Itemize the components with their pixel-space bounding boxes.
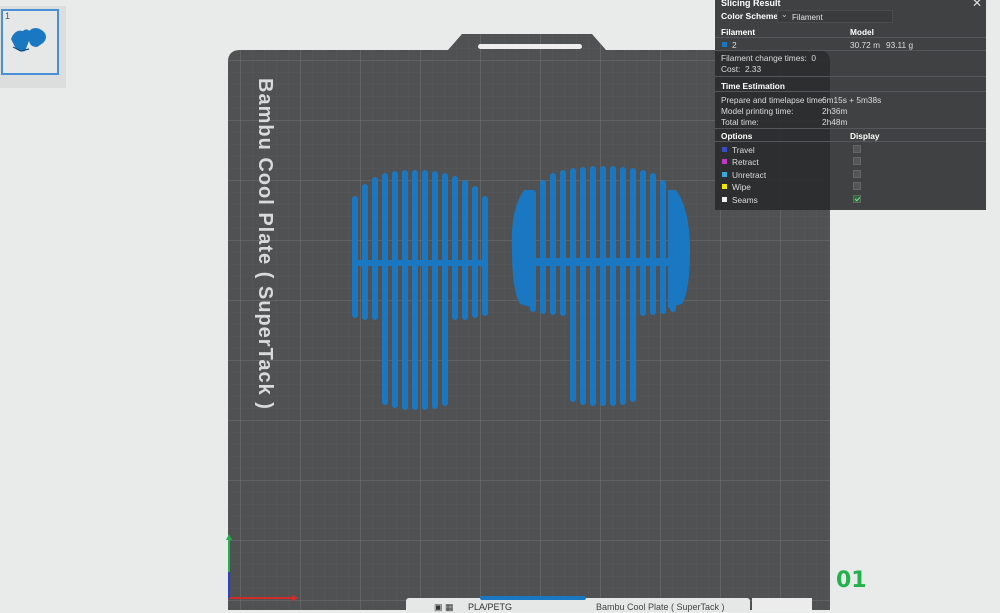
plate-settings-icon[interactable]: ▣ ▦: [434, 602, 454, 613]
seams-color-swatch: [722, 197, 727, 202]
plate-type-label: Bambu Cool Plate ( SuperTack ): [596, 602, 725, 612]
close-icon[interactable]: ✕: [972, 0, 982, 10]
travel-color-swatch: [722, 147, 727, 152]
slicing-result-panel: Slicing Result ✕ Color Scheme ⌄ Filament…: [715, 0, 986, 210]
model-header: Model: [850, 27, 874, 37]
option-travel: Travel: [722, 145, 755, 155]
prepare-time-value: 6m15s + 5m38s: [822, 95, 882, 105]
plate-name-label: Bambu Cool Plate ( SuperTack ): [254, 78, 276, 410]
time-estimation-title: Time Estimation: [721, 81, 785, 91]
plate-number: 01: [836, 568, 867, 593]
filament-color-swatch: [722, 42, 727, 47]
filament-change-row: Filament change times: 0: [721, 53, 817, 63]
color-scheme-value: Filament: [792, 13, 823, 22]
display-title: Display: [850, 131, 880, 141]
retract-display-checkbox[interactable]: [853, 157, 861, 165]
filament-id: 2: [732, 40, 737, 50]
filament-header: Filament: [721, 27, 756, 37]
travel-display-checkbox[interactable]: [853, 145, 861, 153]
color-scheme-label: Color Scheme: [721, 11, 779, 21]
plate-handle: [478, 44, 582, 49]
cost-row: Cost: 2.33: [721, 64, 762, 74]
option-seams: Seams: [722, 195, 758, 205]
selected-plate-indicator: [480, 596, 586, 600]
plate-material: PLA/PETG: [468, 602, 513, 612]
wipe-color-swatch: [722, 184, 727, 189]
filament-length: 30.72 m: [850, 40, 880, 50]
panel-title: Slicing Result: [721, 0, 781, 8]
options-title: Options: [721, 131, 753, 141]
unretract-color-swatch: [722, 172, 727, 177]
prepare-time-label: Prepare and timelapse time:: [721, 95, 825, 105]
chevron-down-icon: ⌄: [781, 10, 788, 19]
seams-display-checkbox[interactable]: [853, 195, 861, 203]
option-retract: Retract: [722, 157, 759, 167]
total-time-value: 2h48m: [822, 117, 848, 127]
filament-weight: 93.11 g: [886, 40, 914, 50]
color-scheme-select[interactable]: ⌄ Filament: [777, 10, 893, 23]
total-time-label: Total time:: [721, 117, 759, 127]
wipe-display-checkbox[interactable]: [853, 182, 861, 190]
option-unretract: Unretract: [722, 170, 766, 180]
retract-color-swatch: [722, 159, 727, 164]
model-print-time-label: Model printing time:: [721, 106, 794, 116]
filament-row: 2: [722, 40, 737, 50]
option-wipe: Wipe: [722, 182, 751, 192]
model-print-time-value: 2h36m: [822, 106, 848, 116]
unretract-display-checkbox[interactable]: [853, 170, 861, 178]
